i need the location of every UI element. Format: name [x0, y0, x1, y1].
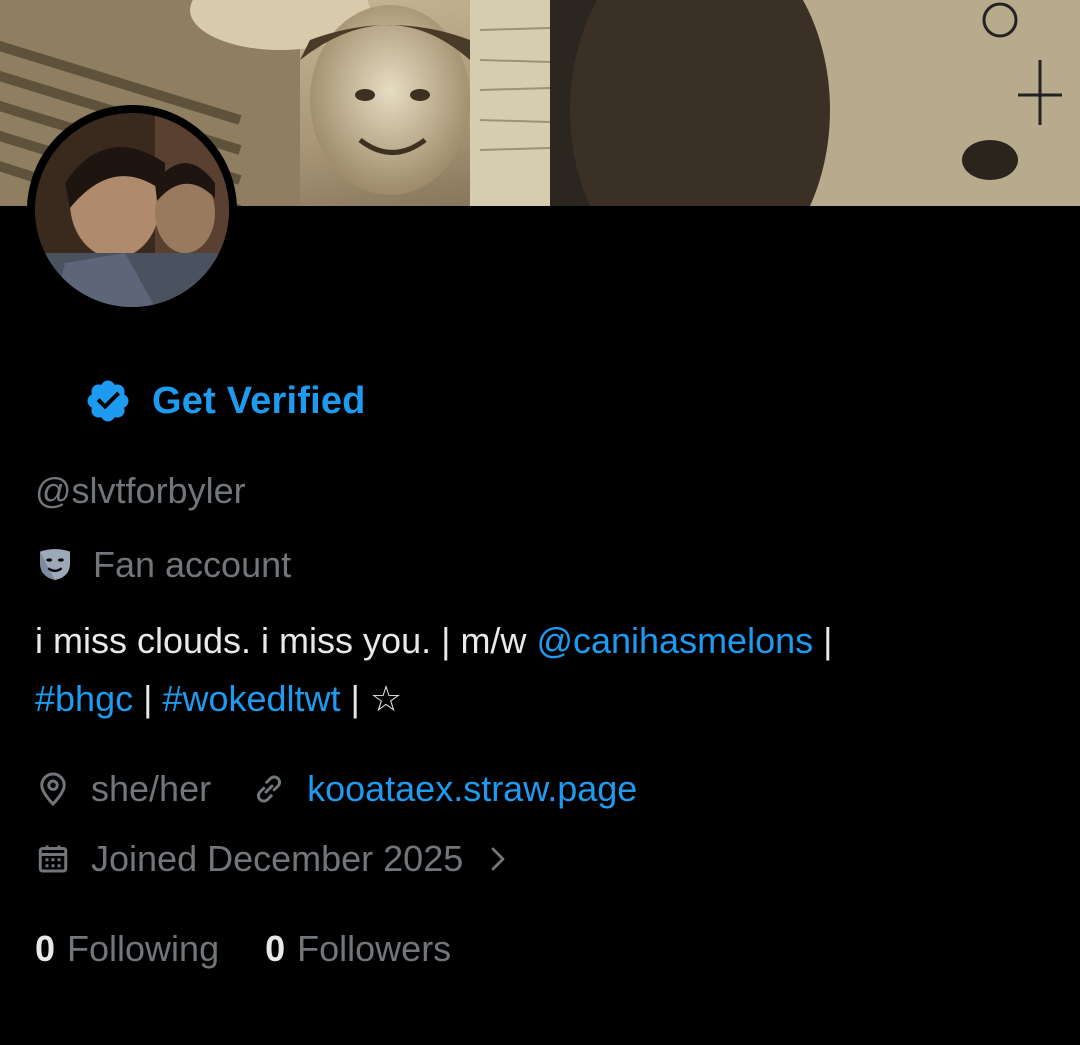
- get-verified-label: Get Verified: [152, 379, 366, 422]
- profile-stats: 0 Following 0 Followers: [35, 928, 451, 970]
- profile-category: Fan account: [35, 544, 291, 586]
- bio-hashtag-link[interactable]: #wokedltwt: [162, 678, 340, 719]
- following-label: Following: [67, 928, 220, 969]
- bio-mention-link[interactable]: @canihasmelons: [536, 620, 813, 661]
- profile-joined[interactable]: Joined December 2025: [35, 838, 513, 880]
- link-icon: [251, 771, 287, 807]
- profile-location: she/her: [35, 768, 211, 810]
- bio-separator: |: [340, 678, 370, 719]
- profile-website[interactable]: kooataex.straw.page: [251, 768, 637, 810]
- following-count: 0: [35, 928, 56, 969]
- bio-star: ☆: [369, 678, 403, 719]
- location-pin-icon: [35, 771, 71, 807]
- profile-avatar[interactable]: [27, 105, 237, 315]
- avatar-image: [35, 113, 229, 307]
- profile-handle: @slvtforbyler: [35, 470, 246, 511]
- followers-link[interactable]: 0 Followers: [265, 928, 451, 970]
- bio-separator: |: [133, 678, 163, 719]
- joined-text: Joined December 2025: [91, 838, 464, 879]
- category-label: Fan account: [93, 544, 292, 585]
- website-link[interactable]: kooataex.straw.page: [307, 768, 637, 810]
- followers-count: 0: [265, 928, 286, 969]
- profile-meta: she/her kooataex.straw.page: [35, 768, 637, 810]
- profile-bio: i miss clouds. i miss you. | m/w @caniha…: [35, 612, 1045, 728]
- chevron-right-icon: [483, 844, 513, 874]
- bio-text: i miss clouds. i miss you. | m/w: [35, 620, 537, 661]
- get-verified-button[interactable]: Get Verified: [84, 376, 366, 426]
- location-text: she/her: [91, 768, 212, 809]
- followers-label: Followers: [297, 928, 452, 969]
- theater-masks-icon: [35, 545, 75, 585]
- bio-separator: |: [813, 620, 833, 661]
- verified-badge-icon: [84, 377, 132, 425]
- calendar-icon: [35, 841, 71, 877]
- following-link[interactable]: 0 Following: [35, 928, 219, 970]
- bio-hashtag-link[interactable]: #bhgc: [35, 678, 133, 719]
